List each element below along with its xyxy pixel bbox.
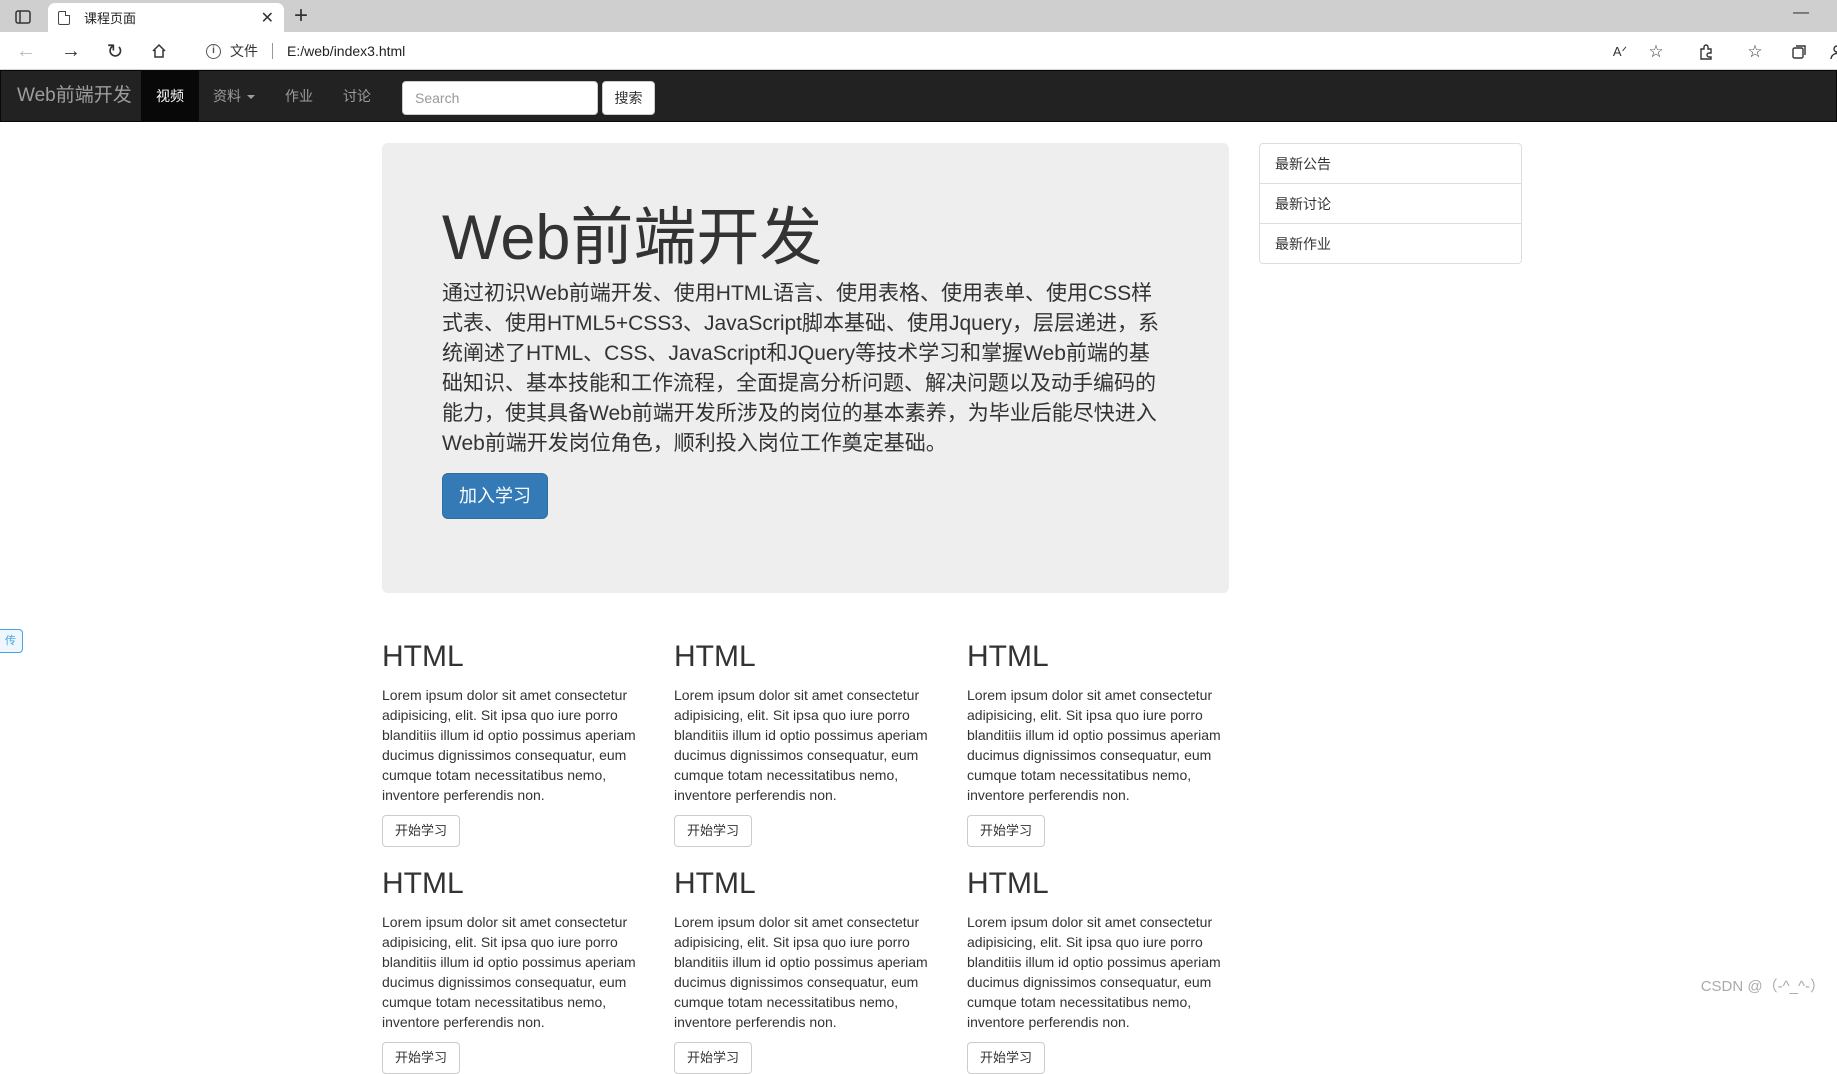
card-text: Lorem ipsum dolor sit amet consectetur a… (967, 912, 1229, 1032)
start-study-button[interactable]: 开始学习 (967, 1042, 1045, 1074)
reload-icon[interactable]: ↻ (101, 37, 129, 65)
home-icon[interactable] (145, 37, 173, 65)
minimize-icon[interactable]: — (1793, 4, 1809, 22)
nav-item-video[interactable]: 视频 (141, 71, 199, 121)
browser-tab-strip: 课程页面 ✕ + — (0, 0, 1837, 32)
course-card: HTML Lorem ipsum dolor sit amet consecte… (967, 637, 1229, 847)
nav-item-label: 资料 (213, 88, 241, 104)
start-study-button[interactable]: 开始学习 (382, 815, 460, 847)
side-item-latest-discussion[interactable]: 最新讨论 (1259, 183, 1522, 224)
address-scheme: 文件 (230, 41, 258, 61)
info-icon[interactable]: i (206, 44, 221, 59)
card-text: Lorem ipsum dolor sit amet consectetur a… (382, 912, 644, 1032)
forward-icon[interactable]: → (57, 37, 85, 65)
side-item-latest-announcement[interactable]: 最新公告 (1259, 143, 1522, 184)
side-item-latest-homework[interactable]: 最新作业 (1259, 223, 1522, 264)
extensions-icon[interactable] (1695, 41, 1717, 63)
card-title: HTML (674, 637, 936, 677)
browser-tab[interactable]: 课程页面 ✕ (48, 3, 284, 32)
course-card: HTML Lorem ipsum dolor sit amet consecte… (967, 864, 1229, 1074)
card-title: HTML (967, 637, 1229, 677)
nav-item-discussion[interactable]: 讨论 (328, 71, 386, 121)
side-list-group: 最新公告 最新讨论 最新作业 (1259, 143, 1522, 263)
floating-side-tab[interactable]: 传 (0, 629, 23, 653)
card-text: Lorem ipsum dolor sit amet consectetur a… (674, 912, 936, 1032)
start-study-button[interactable]: 开始学习 (967, 815, 1045, 847)
jumbotron-title: Web前端开发 (442, 203, 1169, 273)
tab-actions-icon (15, 10, 31, 24)
course-card: HTML Lorem ipsum dolor sit amet consecte… (674, 637, 936, 847)
favorite-add-icon[interactable]: ☆ (1645, 41, 1667, 63)
start-study-button[interactable]: 开始学习 (382, 1042, 460, 1074)
browser-toolbar: ← → ↻ i 文件 E:/web/index3.html Aᐟ ☆ ☆ (0, 32, 1837, 70)
search-button[interactable]: 搜索 (602, 81, 655, 115)
address-bar[interactable]: i 文件 E:/web/index3.html (190, 35, 1590, 67)
address-separator (272, 43, 273, 59)
site-navbar: Web前端开发 视频 资料 作业 讨论 搜索 (0, 70, 1837, 122)
search-input[interactable] (402, 81, 598, 115)
tab-actions-button[interactable] (10, 6, 36, 28)
course-card: HTML Lorem ipsum dolor sit amet consecte… (382, 637, 644, 847)
navbar-brand[interactable]: Web前端开发 (17, 71, 132, 121)
profile-icon[interactable] (1822, 41, 1837, 63)
start-study-button[interactable]: 开始学习 (674, 815, 752, 847)
nav-item-homework[interactable]: 作业 (270, 71, 328, 121)
jumbotron: Web前端开发 通过初识Web前端开发、使用HTML语言、使用表格、使用表单、使… (382, 143, 1229, 593)
course-card: HTML Lorem ipsum dolor sit amet consecte… (674, 864, 936, 1074)
start-study-button[interactable]: 开始学习 (674, 1042, 752, 1074)
read-aloud-icon[interactable]: Aᐟ (1609, 41, 1631, 63)
collections-icon[interactable] (1788, 41, 1810, 63)
new-tab-icon[interactable]: + (294, 2, 308, 30)
card-title: HTML (382, 864, 644, 904)
document-icon (58, 11, 70, 25)
favorites-icon[interactable]: ☆ (1744, 41, 1766, 63)
card-title: HTML (674, 864, 936, 904)
tab-title: 课程页面 (84, 8, 261, 27)
watermark-text: CSDN @（-^_^-） (1701, 975, 1825, 996)
card-title: HTML (382, 637, 644, 677)
nav-item-materials-dropdown[interactable]: 资料 (198, 71, 270, 121)
jumbotron-description: 通过初识Web前端开发、使用HTML语言、使用表格、使用表单、使用CSS样式表、… (442, 279, 1162, 459)
card-title: HTML (967, 864, 1229, 904)
join-study-button[interactable]: 加入学习 (442, 473, 548, 519)
back-icon[interactable]: ← (12, 37, 40, 65)
course-card: HTML Lorem ipsum dolor sit amet consecte… (382, 864, 644, 1074)
close-icon[interactable]: ✕ (261, 8, 274, 28)
card-text: Lorem ipsum dolor sit amet consectetur a… (674, 685, 936, 805)
card-text: Lorem ipsum dolor sit amet consectetur a… (382, 685, 644, 805)
caret-down-icon (247, 95, 255, 99)
address-url[interactable]: E:/web/index3.html (287, 43, 405, 59)
card-text: Lorem ipsum dolor sit amet consectetur a… (967, 685, 1229, 805)
